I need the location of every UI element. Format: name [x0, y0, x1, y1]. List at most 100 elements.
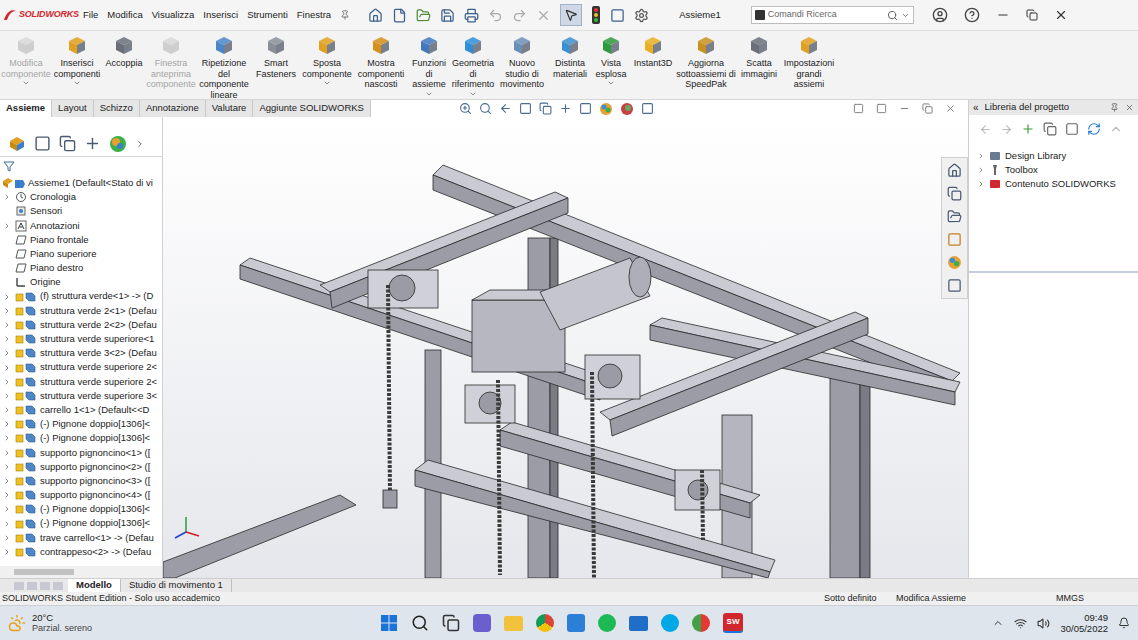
dropdown-icon[interactable]: [22, 79, 30, 87]
expand-icon[interactable]: [3, 477, 11, 485]
skype-icon[interactable]: [661, 614, 679, 632]
back-icon[interactable]: [979, 123, 992, 136]
volume-icon[interactable]: [1037, 617, 1050, 630]
file-explorer-icon[interactable]: [504, 616, 523, 631]
ribbon-button[interactable]: Funzioni di assieme: [408, 35, 450, 98]
redo-icon[interactable]: [512, 8, 527, 23]
pin-icon[interactable]: [1110, 103, 1119, 112]
expand-icon[interactable]: [3, 520, 11, 528]
tree-item[interactable]: supporto pignoncino<4> ([: [0, 488, 162, 502]
library-item[interactable]: Toolbox: [969, 163, 1138, 177]
tree-item[interactable]: Piano frontale: [0, 233, 162, 247]
tree-item[interactable]: carrello 1<1> (Default<<D: [0, 403, 162, 417]
ribbon-button[interactable]: Inserisci componenti: [52, 35, 102, 87]
user-icon[interactable]: [932, 7, 948, 23]
tree-item[interactable]: struttura verde superiore 2<: [0, 360, 162, 374]
menu-item[interactable]: Finestra: [297, 8, 331, 22]
configuration-manager-tab-icon[interactable]: [59, 135, 76, 152]
tab[interactable]: Schizzo: [94, 100, 140, 117]
expand-icon[interactable]: [3, 491, 11, 499]
expand-icon[interactable]: [3, 449, 11, 457]
command-search[interactable]: Comandi Ricerca: [751, 6, 914, 24]
file-explorer-icon[interactable]: [947, 209, 962, 224]
dropdown-icon[interactable]: [607, 79, 615, 87]
appearances-icon[interactable]: [947, 255, 962, 270]
menu-item[interactable]: Modifica: [107, 8, 142, 22]
ribbon-button[interactable]: Modifica componente: [0, 35, 52, 87]
expand-icon[interactable]: [3, 193, 11, 201]
tab[interactable]: Valutare: [206, 100, 254, 117]
section-view-icon[interactable]: [519, 102, 532, 115]
minimize-icon[interactable]: [996, 8, 1010, 22]
bottom-tab[interactable]: Modello: [68, 579, 121, 592]
ribbon-button[interactable]: Vista esplosa: [592, 35, 630, 87]
tree-item[interactable]: (f) struttura verde<1> -> (D: [0, 290, 162, 304]
select-button[interactable]: [560, 4, 582, 26]
tab-scroll-button[interactable]: [27, 582, 37, 590]
menu-item[interactable]: Inserisci: [203, 8, 238, 22]
expand-icon[interactable]: [3, 321, 11, 329]
expand-icon[interactable]: [3, 534, 11, 542]
tree-item[interactable]: Cronologia: [0, 190, 162, 204]
horizontal-scrollbar[interactable]: [0, 566, 162, 578]
expand-icon[interactable]: [3, 392, 11, 400]
tree-item[interactable]: contrappeso<2> -> (Defau: [0, 545, 162, 559]
close-pane-icon[interactable]: [1125, 103, 1134, 112]
viewport-minimize-icon[interactable]: [899, 103, 910, 114]
tree-item[interactable]: struttura verde 3<2> (Defau: [0, 346, 162, 360]
scene-icon[interactable]: [620, 102, 634, 116]
ribbon-button[interactable]: Accoppia: [102, 35, 146, 69]
viewport-split-icon[interactable]: [853, 103, 864, 114]
tree-item[interactable]: supporto pignoncino<2> ([: [0, 460, 162, 474]
graphics-area[interactable]: [163, 117, 968, 578]
menu-item[interactable]: Strumenti: [247, 8, 288, 22]
appearance-icon[interactable]: [599, 102, 613, 116]
tree-item[interactable]: struttura verde superiore<1: [0, 332, 162, 346]
expand-icon[interactable]: [3, 548, 11, 556]
save-icon[interactable]: [440, 8, 455, 23]
chrome-icon[interactable]: [536, 614, 554, 632]
tab[interactable]: Aggiunte SOLIDWORKS: [253, 100, 371, 117]
tab[interactable]: Assieme: [0, 100, 52, 117]
expand-icon[interactable]: [3, 349, 11, 357]
create-folder-icon[interactable]: [1043, 122, 1057, 136]
rebuild-icon[interactable]: [536, 8, 551, 23]
store-icon[interactable]: [567, 614, 585, 632]
dropdown-icon[interactable]: [425, 90, 433, 98]
add-to-library-icon[interactable]: [1065, 122, 1079, 136]
tree-item[interactable]: (-) Pignone doppio[1306]<: [0, 502, 162, 516]
wifi-icon[interactable]: [1014, 617, 1027, 630]
undo-icon[interactable]: [488, 8, 503, 23]
hide-show-icon[interactable]: [579, 102, 592, 115]
ribbon-button[interactable]: Distinta materiali: [548, 35, 592, 79]
library-item[interactable]: Design Library: [969, 149, 1138, 163]
feature-manager-tab-icon[interactable]: [8, 135, 26, 153]
ribbon-button[interactable]: Aggiorna sottoassiemi di SpeedPak: [676, 35, 736, 90]
expand-icon[interactable]: [977, 180, 985, 188]
filter-bar[interactable]: [0, 157, 162, 175]
open-icon[interactable]: [416, 8, 431, 23]
tree-item[interactable]: supporto pignoncino<1> ([: [0, 446, 162, 460]
expand-icon[interactable]: [3, 406, 11, 414]
search-icon[interactable]: [411, 614, 429, 632]
dropdown-icon[interactable]: [469, 90, 477, 98]
expand-icon[interactable]: [3, 293, 11, 301]
tree-item[interactable]: struttura verde 2<2> (Defau: [0, 318, 162, 332]
task-view-icon[interactable]: [442, 614, 460, 632]
browser-icon[interactable]: [692, 614, 710, 632]
tree-item[interactable]: supporto pignoncino<3> ([: [0, 474, 162, 488]
weather-widget[interactable]: 20°CParzial. sereno: [8, 612, 158, 634]
tab[interactable]: Layout: [52, 100, 94, 117]
forward-icon[interactable]: [1000, 123, 1013, 136]
view-palette-icon[interactable]: [947, 232, 962, 247]
ribbon-button[interactable]: Geometria di riferimento: [450, 35, 496, 98]
home-icon[interactable]: [368, 8, 383, 23]
ribbon-button[interactable]: Instant3D: [630, 35, 676, 69]
spotify-icon[interactable]: [598, 614, 616, 632]
expand-icon[interactable]: [3, 420, 11, 428]
ribbon-button[interactable]: Mostra componenti nascosti: [354, 35, 408, 90]
ribbon-button[interactable]: Finestra anteprima componente: [146, 35, 196, 90]
collapse-button[interactable]: «: [973, 100, 979, 115]
tree-item[interactable]: Piano superiore: [0, 247, 162, 261]
tree-item[interactable]: (-) Pignone doppio[1306]<: [0, 431, 162, 445]
